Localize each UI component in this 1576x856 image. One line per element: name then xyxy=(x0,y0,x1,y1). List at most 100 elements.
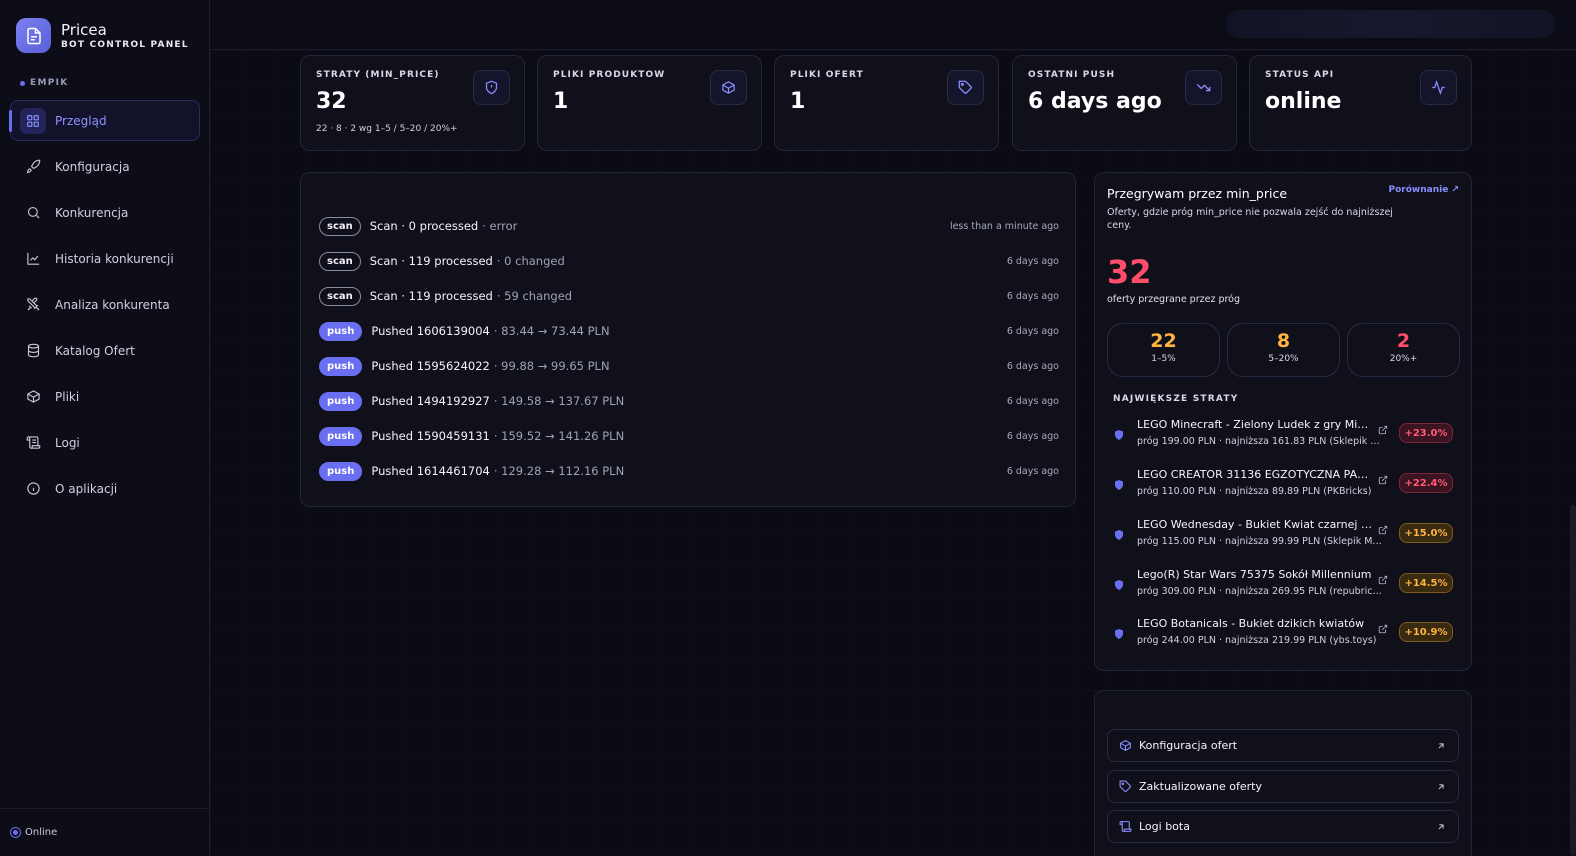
stat-card-api-status: STATUS API online xyxy=(1249,55,1472,151)
arrow-up-right-icon xyxy=(1436,822,1446,832)
quick-link-bot-logs[interactable]: Logi bota xyxy=(1107,810,1459,843)
activity-time: less than a minute ago xyxy=(949,220,1059,232)
bucket-value: 22 xyxy=(1150,330,1177,352)
quick-link-updated-offers[interactable]: Zaktualizowane oferty xyxy=(1107,770,1459,803)
activity-row[interactable]: push Pushed 1590459131 · 159.52 → 141.26… xyxy=(319,426,1059,446)
stat-value: 1 xyxy=(553,89,569,114)
loss-badge: +10.9% xyxy=(1399,622,1453,642)
arrow-up-right-icon xyxy=(1436,782,1446,792)
quick-link-offer-config[interactable]: Konfiguracja ofert xyxy=(1107,729,1459,762)
sidebar-item-label: Pliki xyxy=(55,389,80,404)
sidebar-item-label: O aplikacji xyxy=(55,481,118,496)
sidebar-item-pliki[interactable]: Pliki xyxy=(10,376,200,417)
stat-sub: 22 · 8 · 2 wg 1–5 / 5–20 / 20%+ xyxy=(316,124,458,134)
stat-value: 1 xyxy=(790,89,806,114)
shield-icon xyxy=(1113,527,1125,546)
activity-row[interactable]: push Pushed 1614461704 · 129.28 → 112.16… xyxy=(319,461,1059,481)
activity-row[interactable]: push Pushed 1494192927 · 149.58 → 137.67… xyxy=(319,391,1059,411)
page-scrollbar[interactable] xyxy=(1570,505,1576,856)
biggest-losses-label: NAJWIĘKSZE STRATY xyxy=(1113,394,1239,404)
store-section-label: EMPIK xyxy=(20,78,69,88)
stat-label: STATUS API xyxy=(1265,70,1335,80)
swords-icon xyxy=(25,297,41,313)
sidebar-item-o-aplikacji[interactable]: O aplikacji xyxy=(10,468,200,509)
activity-row[interactable]: scan Scan · 0 processed · error less tha… xyxy=(319,216,1059,236)
activity-tag: push xyxy=(319,356,363,376)
loss-title: Lego(R) Star Wars 75375 Sokół Millennium xyxy=(1137,568,1372,581)
activity-detail: · 159.52 → 141.26 PLN xyxy=(493,429,625,443)
sidebar-item-konkurencja[interactable]: Konkurencja xyxy=(10,192,200,233)
loss-item[interactable]: LEGO Minecraft - Zielony Ludek z gry Min… xyxy=(1113,416,1455,456)
activity-time: 6 days ago xyxy=(1006,395,1059,407)
activity-time: 6 days ago xyxy=(1006,465,1059,477)
sidebar-item-logi[interactable]: Logi xyxy=(10,422,200,463)
loss-desc: próg 115.00 PLN · najniższa 99.99 PLN (S… xyxy=(1137,536,1385,547)
sidebar-item-katalog-ofert[interactable]: Katalog Ofert xyxy=(10,330,200,371)
loss-item[interactable]: LEGO Botanicals - Bukiet dzikich kwiatów… xyxy=(1113,615,1455,655)
losing-total: 32 xyxy=(1107,253,1152,291)
trending-down-icon xyxy=(1185,70,1222,105)
activity-tag: push xyxy=(319,321,363,341)
sidebar-item-label: Przegląd xyxy=(55,113,107,128)
activity-main: Scan · 119 processed xyxy=(369,289,493,303)
sidebar-item-label: Analiza konkurenta xyxy=(55,297,170,312)
stat-value: online xyxy=(1265,89,1342,114)
sidebar: Pricea BOT CONTROL PANEL EMPIK Przegląd … xyxy=(0,0,210,856)
bucket-1-5[interactable]: 22 1–5% xyxy=(1107,323,1220,377)
stat-label: OSTATNI PUSH xyxy=(1028,70,1116,80)
sidebar-item-konfiguracja[interactable]: Konfiguracja xyxy=(10,146,200,187)
loss-desc: próg 110.00 PLN · najniższa 89.89 PLN (P… xyxy=(1137,486,1372,497)
quick-link-label: Logi bota xyxy=(1139,820,1190,833)
status-dot-icon xyxy=(10,827,21,838)
status-text: Online xyxy=(25,827,58,838)
brand-subtitle: BOT CONTROL PANEL xyxy=(61,40,189,50)
brand[interactable]: Pricea BOT CONTROL PANEL xyxy=(16,18,189,53)
stat-value: 6 days ago xyxy=(1028,89,1162,114)
activity-detail: · 0 changed xyxy=(496,254,565,268)
panel-description: Oferty, gdzie próg min_price nie pozwala… xyxy=(1107,207,1393,231)
activity-row[interactable]: scan Scan · 119 processed · 0 changed 6 … xyxy=(319,251,1059,271)
comparison-link[interactable]: Porównanie ↗ xyxy=(1389,185,1459,195)
document-icon xyxy=(16,18,51,53)
info-icon xyxy=(25,481,41,497)
activity-feed: scan Scan · 0 processed · error less tha… xyxy=(300,172,1076,507)
bucket-5-20[interactable]: 8 5–20% xyxy=(1227,323,1340,377)
sidebar-item-label: Historia konkurencji xyxy=(55,251,174,266)
topbar-user-area[interactable] xyxy=(1226,10,1556,38)
package-icon xyxy=(1118,739,1132,753)
rocket-icon xyxy=(25,159,41,175)
quick-link-label: Zaktualizowane oferty xyxy=(1139,780,1262,793)
loss-item[interactable]: LEGO CREATOR 31136 EGZOTYCZNA PAPUGA pró… xyxy=(1113,466,1455,506)
quick-link-label: Konfiguracja ofert xyxy=(1139,739,1238,752)
loss-badge: +22.4% xyxy=(1399,473,1453,493)
activity-main: Scan · 119 processed xyxy=(369,254,493,268)
sidebar-item-analiza-konkurenta[interactable]: Analiza konkurenta xyxy=(10,284,200,325)
search-icon xyxy=(25,205,41,221)
scroll-icon xyxy=(25,435,41,451)
losing-min-price-panel: Przegrywam przez min_price Porównanie ↗ … xyxy=(1094,172,1472,671)
tag-icon xyxy=(947,70,984,105)
activity-detail: · 99.88 → 99.65 PLN xyxy=(493,359,610,373)
section-label-text: EMPIK xyxy=(30,78,69,88)
quick-links-panel: Konfiguracja ofert Zaktualizowane oferty… xyxy=(1094,690,1472,856)
sidebar-item-historia-konkurencji[interactable]: Historia konkurencji xyxy=(10,238,200,279)
stat-value: 32 xyxy=(316,89,347,114)
loss-title: LEGO Wednesday - Bukiet Kwiat czarnej da… xyxy=(1137,518,1373,531)
bucket-20-plus[interactable]: 2 20%+ xyxy=(1347,323,1460,377)
activity-row[interactable]: scan Scan · 119 processed · 59 changed 6… xyxy=(319,286,1059,306)
activity-tag: scan xyxy=(319,286,361,306)
activity-detail: · 83.44 → 73.44 PLN xyxy=(493,324,610,338)
activity-row[interactable]: push Pushed 1606139004 · 83.44 → 73.44 P… xyxy=(319,321,1059,341)
activity-main: Pushed 1590459131 xyxy=(371,429,490,443)
loss-item[interactable]: LEGO Wednesday - Bukiet Kwiat czarnej da… xyxy=(1113,516,1455,556)
grid-icon xyxy=(20,107,46,134)
loss-badge: +15.0% xyxy=(1399,523,1453,543)
sidebar-item-przeglad[interactable]: Przegląd xyxy=(9,100,200,141)
stat-card-offer-files: PLIKI OFERT 1 xyxy=(774,55,999,151)
activity-icon xyxy=(1420,70,1457,105)
activity-row[interactable]: push Pushed 1595624022 · 99.88 → 99.65 P… xyxy=(319,356,1059,376)
stat-card-last-push: OSTATNI PUSH 6 days ago xyxy=(1012,55,1237,151)
stat-card-product-files: PLIKI PRODUKTOW 1 xyxy=(537,55,762,151)
loss-item[interactable]: Lego(R) Star Wars 75375 Sokół Millennium… xyxy=(1113,566,1455,606)
activity-detail: · 59 changed xyxy=(496,289,573,303)
